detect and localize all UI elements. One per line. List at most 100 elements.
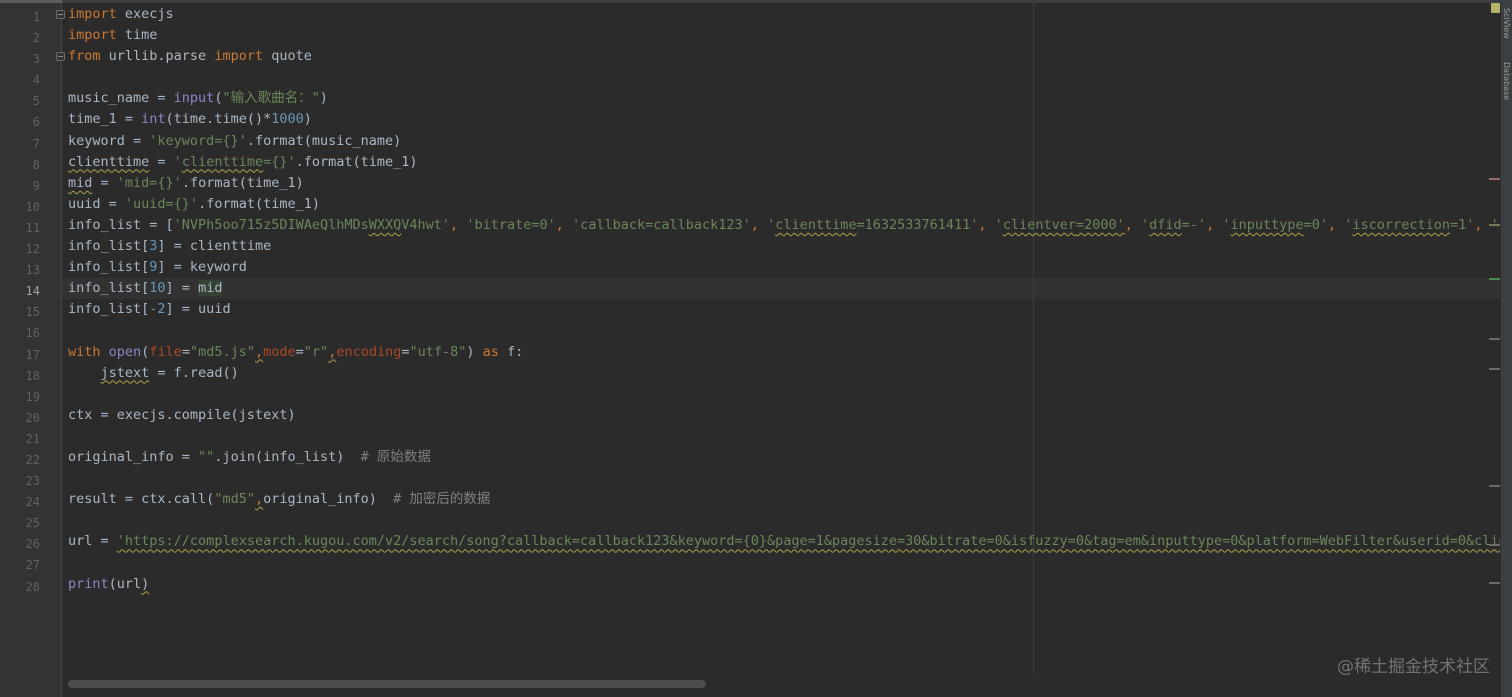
line-number[interactable]: 13 bbox=[0, 260, 42, 281]
code-line-27[interactable] bbox=[62, 552, 1500, 573]
code-token: url = bbox=[68, 533, 117, 550]
line-number[interactable]: 3 bbox=[0, 49, 42, 70]
code-line-25[interactable] bbox=[62, 510, 1500, 531]
warning-stripe-marker[interactable] bbox=[1489, 544, 1500, 546]
line-number[interactable]: 27 bbox=[0, 555, 42, 576]
code-line-22[interactable]: original_info = "".join(info_list) # 原始数… bbox=[62, 447, 1500, 468]
line-number[interactable]: 6 bbox=[0, 112, 42, 133]
inspection-status-icon[interactable] bbox=[1491, 3, 1500, 13]
code-line-23[interactable] bbox=[62, 468, 1500, 489]
line-number[interactable]: 19 bbox=[0, 387, 42, 408]
url-string-token: 'https://complexsearch.kugou.com/v2/sear… bbox=[116, 533, 1500, 550]
line-number[interactable]: 18 bbox=[0, 366, 42, 387]
line-number[interactable]: 23 bbox=[0, 471, 42, 492]
string-token: clientver bbox=[1002, 216, 1076, 233]
line-number[interactable]: 16 bbox=[0, 323, 42, 344]
line-number[interactable]: 15 bbox=[0, 302, 42, 323]
code-token: info_list[ bbox=[68, 259, 150, 276]
database-tool-tab[interactable]: Database bbox=[1501, 62, 1512, 100]
line-number[interactable]: 26 bbox=[0, 534, 42, 555]
line-number[interactable]: 28 bbox=[0, 577, 42, 598]
code-token: = f.read() bbox=[149, 364, 239, 381]
line-number[interactable]: 25 bbox=[0, 513, 42, 534]
code-editor[interactable]: 1 2 3 4 5 6 7 8 9 10 11 12 13 14 15 16 17 18 19 20 21 22 23 24 2… bbox=[0, 0, 1512, 697]
warning-stripe-marker[interactable] bbox=[1489, 485, 1500, 487]
code-line-3[interactable]: from urllib.parse import quote bbox=[62, 46, 1500, 67]
line-number[interactable]: 5 bbox=[0, 91, 42, 112]
code-line-2[interactable]: import time bbox=[62, 25, 1500, 46]
code-line-28[interactable]: print(url) bbox=[62, 574, 1500, 595]
code-token: , bbox=[450, 216, 467, 233]
code-line-26[interactable]: url = 'https://complexsearch.kugou.com/v… bbox=[62, 531, 1500, 552]
sciview-tool-tab[interactable]: SciView bbox=[1501, 8, 1512, 39]
code-line-9[interactable]: mid = 'mid={}'.format(time_1) bbox=[62, 173, 1500, 194]
line-number[interactable]: 4 bbox=[0, 70, 42, 91]
warning-stripe-marker[interactable] bbox=[1489, 582, 1500, 584]
code-line-8[interactable]: clienttime = 'clienttime={}'.format(time… bbox=[62, 152, 1500, 173]
code-line-17[interactable]: with open(file="md5.js",mode="r",encodin… bbox=[62, 342, 1500, 363]
code-token: , bbox=[978, 216, 995, 233]
code-line-16[interactable] bbox=[62, 320, 1500, 341]
string-token: =0' bbox=[1303, 216, 1329, 233]
line-number[interactable]: 14 bbox=[0, 281, 42, 302]
line-number[interactable]: 8 bbox=[0, 155, 42, 176]
builtin-token: int bbox=[141, 111, 166, 128]
error-stripe-marker[interactable] bbox=[1489, 178, 1500, 180]
warning-stripe-marker[interactable] bbox=[1489, 368, 1500, 370]
line-number[interactable]: 9 bbox=[0, 176, 42, 197]
code-line-20[interactable]: ctx = execjs.compile(jstext) bbox=[62, 405, 1500, 426]
code-token: music_name = bbox=[68, 90, 174, 107]
line-number[interactable]: 7 bbox=[0, 134, 42, 155]
code-token: .join(info_list) bbox=[214, 448, 361, 465]
line-numbers: 1 2 3 4 5 6 7 8 9 10 11 12 13 14 15 16 17 18 19 20 21 22 23 24 2… bbox=[0, 7, 42, 598]
code-line-1[interactable]: import execjs bbox=[62, 4, 1500, 25]
horizontal-scrollbar-thumb[interactable] bbox=[68, 680, 706, 688]
code-token: = bbox=[149, 153, 174, 170]
line-number[interactable]: 12 bbox=[0, 239, 42, 260]
code-line-11[interactable]: info_list = ['NVPh5oo715z5DIWAeQlhMDsWXX… bbox=[62, 215, 1500, 236]
code-line-13[interactable]: info_list[9] = keyword bbox=[62, 257, 1500, 278]
line-number[interactable]: 10 bbox=[0, 197, 42, 218]
code-token: result = ctx.call( bbox=[68, 491, 215, 508]
code-line-18[interactable]: jstext = f.read() bbox=[62, 363, 1500, 384]
string-token: inputtype bbox=[1230, 216, 1304, 233]
code-token: clienttime bbox=[68, 153, 150, 170]
line-number[interactable]: 22 bbox=[0, 450, 42, 471]
occurrence-stripe-marker[interactable] bbox=[1489, 278, 1500, 280]
code-token: jstext bbox=[100, 364, 150, 381]
line-number[interactable]: 20 bbox=[0, 408, 42, 429]
line-number[interactable]: 11 bbox=[0, 218, 42, 239]
code-token: quote bbox=[263, 48, 312, 65]
string-token: =1' bbox=[1449, 216, 1475, 233]
code-line-15[interactable]: info_list[-2] = uuid bbox=[62, 299, 1500, 320]
code-token: f: bbox=[498, 343, 524, 360]
code-token: (url bbox=[108, 575, 142, 592]
builtin-token: input bbox=[173, 90, 215, 107]
warning-stripe-marker[interactable] bbox=[1489, 224, 1500, 226]
line-number-gutter[interactable]: 1 2 3 4 5 6 7 8 9 10 11 12 13 14 15 16 17 18 19 20 21 22 23 24 2… bbox=[0, 3, 62, 697]
code-text-area[interactable]: import execjs import time from urllib.pa… bbox=[62, 4, 1500, 674]
keyword-token: from bbox=[68, 48, 101, 65]
code-line-5[interactable]: music_name = input("输入歌曲名：") bbox=[62, 88, 1500, 109]
string-token: clienttime bbox=[181, 153, 264, 170]
code-line-12[interactable]: info_list[3] = clienttime bbox=[62, 236, 1500, 257]
line-number[interactable]: 17 bbox=[0, 345, 42, 366]
code-token: .format(time_1) bbox=[295, 153, 418, 170]
code-line-6[interactable]: time_1 = int(time.time()*1000) bbox=[62, 109, 1500, 130]
line-number[interactable]: 24 bbox=[0, 492, 42, 513]
code-line-4[interactable] bbox=[62, 67, 1500, 88]
code-line-21[interactable] bbox=[62, 426, 1500, 447]
code-line-24[interactable]: result = ctx.call("md5",original_info) #… bbox=[62, 489, 1500, 510]
code-line-7[interactable]: keyword = 'keyword={}'.format(music_name… bbox=[62, 131, 1500, 152]
warning-stripe-marker[interactable] bbox=[1489, 338, 1500, 340]
code-line-19[interactable] bbox=[62, 384, 1500, 405]
line-number[interactable]: 2 bbox=[0, 28, 42, 49]
string-token: ' bbox=[173, 153, 182, 170]
line-number[interactable]: 21 bbox=[0, 429, 42, 450]
code-token: ] = clienttime bbox=[157, 238, 272, 255]
line-number[interactable]: 1 bbox=[0, 7, 42, 28]
code-token: info_list[ bbox=[68, 238, 150, 255]
parameter-token: encoding bbox=[336, 343, 402, 360]
code-line-10[interactable]: uuid = 'uuid={}'.format(time_1) bbox=[62, 194, 1500, 215]
code-line-14[interactable]: info_list[10] = mid bbox=[62, 278, 1500, 299]
